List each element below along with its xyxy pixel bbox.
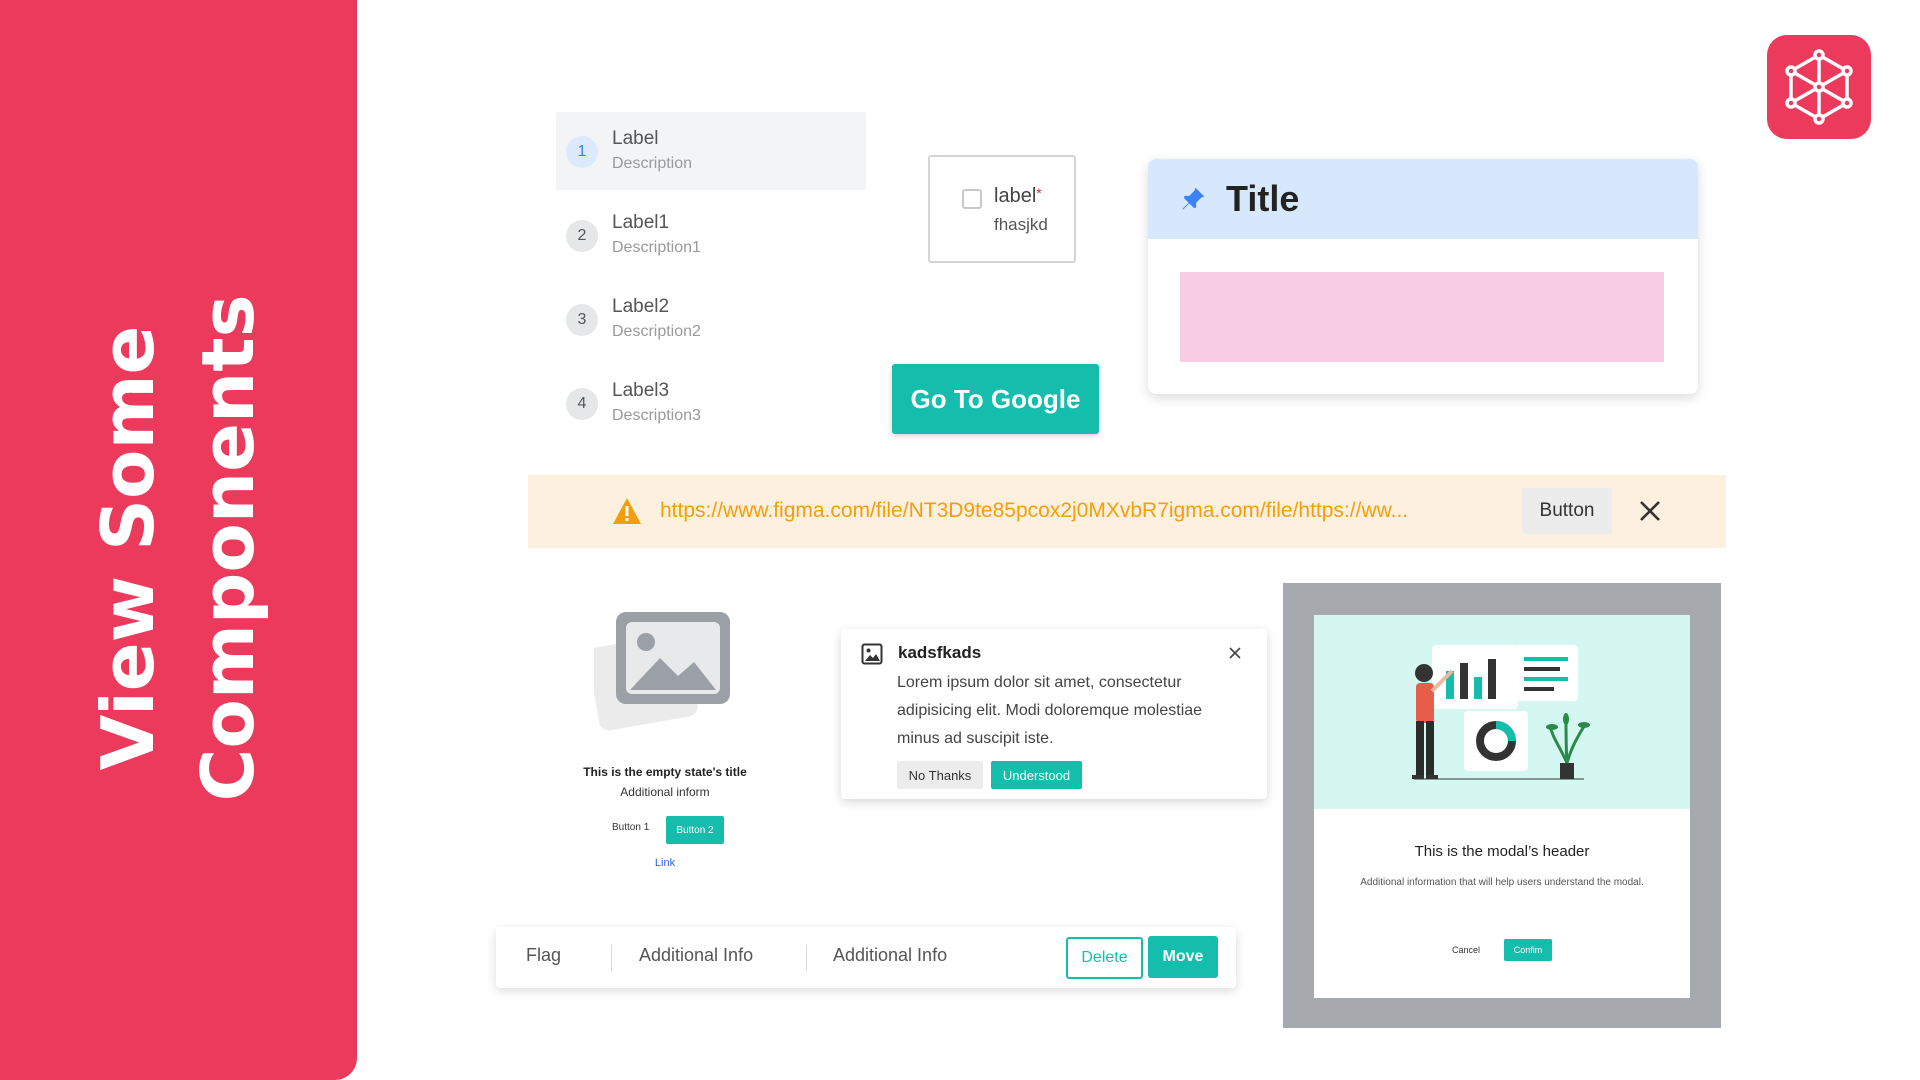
close-icon [1229, 647, 1241, 659]
checkbox-label: label* [994, 185, 1042, 208]
move-button[interactable]: Move [1148, 936, 1218, 978]
step-description: Description [612, 155, 693, 172]
banner-url-link[interactable]: https://www.figma.com/file/NT3D9te85pcox… [660, 499, 1460, 523]
empty-state-subtitle: Additional inform [620, 785, 710, 799]
empty-state-button-1[interactable]: Button 1 [612, 822, 649, 833]
vertical-steps: 1 Label Description 2 Label1 Description… [556, 112, 866, 448]
action-bar-item-additional-info[interactable]: Additional Info [639, 945, 753, 966]
step-description: Description1 [612, 239, 701, 256]
title-card-title: Title [1226, 178, 1300, 219]
logo-network-icon [1785, 49, 1853, 125]
pin-icon[interactable] [1178, 184, 1208, 214]
no-thanks-button[interactable]: No Thanks [897, 761, 983, 789]
empty-state-link[interactable]: Link [560, 857, 770, 869]
notification-title: kadsfkads [898, 643, 982, 662]
checkbox-sublabel: fhasjkd [994, 215, 1048, 234]
side-title-line2: Components [186, 294, 270, 802]
step-item-1[interactable]: 1 Label Description [556, 112, 866, 190]
step-item-2[interactable]: 2 Label1 Description1 [556, 196, 866, 274]
notification-card: kadsfkads Lorem ipsum dolor sit amet, co… [841, 629, 1267, 799]
checkbox-label-text: label [994, 185, 1037, 207]
modal-cancel-button[interactable]: Cancel [1452, 945, 1480, 955]
step-number: 4 [566, 388, 598, 420]
step-item-4[interactable]: 4 Label3 Description3 [556, 364, 866, 442]
title-card-content-block [1180, 272, 1664, 362]
checkbox-card[interactable]: label* fhasjkd [928, 155, 1076, 263]
delete-button[interactable]: Delete [1066, 937, 1143, 979]
analytics-illustration [1412, 645, 1590, 780]
understood-button[interactable]: Understood [991, 761, 1082, 789]
step-number: 2 [566, 220, 598, 252]
banner-close-button[interactable] [1628, 489, 1672, 533]
modal-overlay[interactable]: This is the modal’s header Additional in… [1283, 583, 1721, 1028]
step-label: Label3 [612, 380, 670, 401]
step-number: 1 [566, 136, 598, 168]
side-panel-title: View Some Components [78, 295, 278, 802]
action-bar-divider [806, 945, 807, 971]
warning-banner: https://www.figma.com/file/NT3D9te85pcox… [528, 475, 1726, 548]
close-icon [1640, 501, 1660, 521]
logo [1767, 35, 1871, 139]
action-bar-divider [611, 945, 612, 971]
side-panel: View Some Components [0, 0, 357, 1080]
checkbox[interactable] [962, 189, 982, 209]
modal-header: This is the modal’s header [1414, 843, 1590, 860]
canvas: View Some Components 1 Label Description [0, 0, 1920, 1080]
modal-illustration [1314, 615, 1690, 809]
warning-icon [613, 498, 641, 524]
empty-state-title: This is the empty state's title [583, 765, 747, 779]
image-icon [861, 643, 883, 665]
required-mark: * [1036, 185, 1042, 201]
modal-confirm-button[interactable]: Confim [1504, 939, 1552, 961]
title-card-header: Title [1148, 159, 1698, 239]
go-to-google-button[interactable]: Go To Google [892, 364, 1099, 434]
step-description: Description2 [612, 323, 701, 340]
action-bar-item-additional-info-2[interactable]: Additional Info [833, 945, 947, 966]
side-title-line1: View Some [86, 325, 170, 771]
action-bar-item-flag[interactable]: Flag [526, 945, 561, 966]
modal-dialog: This is the modal’s header Additional in… [1314, 615, 1690, 998]
empty-image-icon [594, 612, 730, 731]
step-item-3[interactable]: 3 Label2 Description2 [556, 280, 866, 358]
step-number: 3 [566, 304, 598, 336]
banner-button[interactable]: Button [1522, 488, 1612, 534]
action-bar: Flag Additional Info Additional Info Del… [496, 927, 1236, 988]
notification-body: Lorem ipsum dolor sit amet, consectetur … [897, 674, 1203, 747]
empty-state-button-2[interactable]: Button 2 [666, 816, 724, 844]
step-label: Label2 [612, 296, 670, 317]
step-label: Label1 [612, 212, 670, 233]
title-card: Title [1148, 159, 1698, 394]
step-label: Label [612, 128, 659, 149]
step-description: Description3 [612, 407, 701, 424]
notification-close-button[interactable] [1229, 643, 1241, 664]
modal-description: Additional information that will help us… [1360, 877, 1644, 888]
